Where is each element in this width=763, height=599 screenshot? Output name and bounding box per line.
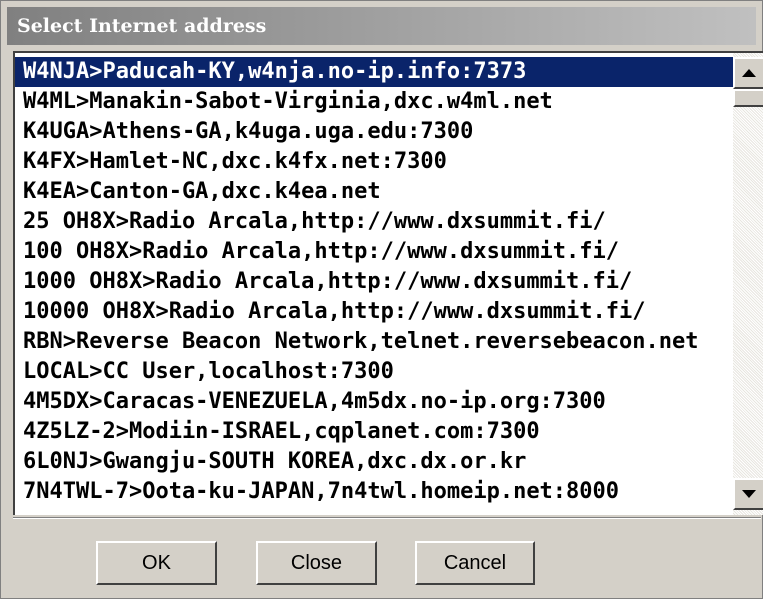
list-item[interactable]: 4M5DX>Caracas-VENEZUELA,4m5dx.no-ip.org:…	[15, 387, 733, 417]
select-address-dialog: Select Internet address W4NJA>Paducah-KY…	[0, 0, 763, 599]
list-item[interactable]: K4FX>Hamlet-NC,dxc.k4fx.net:7300	[15, 147, 733, 177]
arrow-down-icon	[742, 490, 756, 498]
list-item[interactable]: LOCAL>CC User,localhost:7300	[15, 357, 733, 387]
list-item[interactable]: K4EA>Canton-GA,dxc.k4ea.net	[15, 177, 733, 207]
arrow-up-icon	[742, 69, 756, 77]
list-item[interactable]: 7N4TWL-7>Oota-ku-JAPAN,7n4twl.homeip.net…	[15, 477, 733, 507]
list-item[interactable]: W4ML>Manakin-Sabot-Virginia,dxc.w4ml.net	[15, 87, 733, 117]
list-item[interactable]: RBN>Reverse Beacon Network,telnet.revers…	[15, 327, 733, 357]
cancel-button[interactable]: Cancel	[415, 541, 535, 585]
list-item[interactable]: K4UGA>Athens-GA,k4uga.uga.edu:7300	[15, 117, 733, 147]
list-item[interactable]: W4NJA>Paducah-KY,w4nja.no-ip.info:7373	[15, 57, 733, 87]
address-list: W4NJA>Paducah-KY,w4nja.no-ip.info:7373 W…	[15, 57, 733, 515]
dialog-title: Select Internet address	[7, 7, 756, 45]
address-listbox[interactable]: W4NJA>Paducah-KY,w4nja.no-ip.info:7373 W…	[13, 51, 763, 515]
list-item[interactable]: 4Z5LZ-2>Modiin-ISRAEL,cqplanet.com:7300	[15, 417, 733, 447]
scroll-up-button[interactable]	[733, 57, 763, 89]
list-item[interactable]: 1000 OH8X>Radio Arcala,http://www.dxsumm…	[15, 267, 733, 297]
list-item[interactable]: 100 OH8X>Radio Arcala,http://www.dxsummi…	[15, 237, 733, 267]
close-button[interactable]: Close	[256, 541, 377, 585]
list-item[interactable]: 25 OH8X>Radio Arcala,http://www.dxsummit…	[15, 207, 733, 237]
list-item[interactable]: 6L0NJ>Gwangju-SOUTH KOREA,dxc.dx.or.kr	[15, 447, 733, 477]
vertical-scrollbar[interactable]	[733, 53, 763, 515]
scrollbar-thumb[interactable]	[733, 89, 763, 107]
ok-button[interactable]: OK	[96, 541, 217, 585]
scroll-down-button[interactable]	[733, 478, 763, 510]
divider	[13, 517, 761, 519]
list-item[interactable]: 10000 OH8X>Radio Arcala,http://www.dxsum…	[15, 297, 733, 327]
